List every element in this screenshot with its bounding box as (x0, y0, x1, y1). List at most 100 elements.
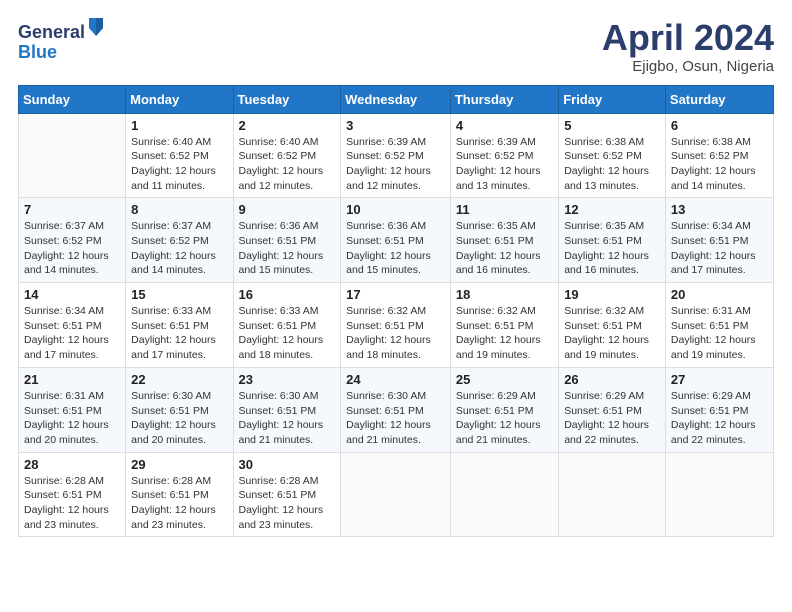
day-number: 14 (24, 287, 120, 302)
day-number: 10 (346, 202, 445, 217)
table-row: 20 Sunrise: 6:31 AMSunset: 6:51 PMDayligh… (665, 283, 773, 368)
logo: General Blue (18, 18, 105, 63)
day-number: 29 (131, 457, 227, 472)
day-info: Sunrise: 6:30 AMSunset: 6:51 PMDaylight:… (239, 389, 336, 448)
day-number: 22 (131, 372, 227, 387)
day-info: Sunrise: 6:40 AMSunset: 6:52 PMDaylight:… (239, 135, 336, 194)
day-info: Sunrise: 6:33 AMSunset: 6:51 PMDaylight:… (131, 304, 227, 363)
col-wednesday: Wednesday (341, 85, 451, 113)
col-thursday: Thursday (450, 85, 558, 113)
table-row: 29Sunrise: 6:28 AMSunset: 6:51 PMDayligh… (126, 452, 233, 537)
table-row: 4Sunrise: 6:39 AMSunset: 6:52 PMDaylight… (450, 113, 558, 198)
day-info: Sunrise: 6:38 AMSunset: 6:52 PMDaylight:… (564, 135, 660, 194)
day-number: 20 (671, 287, 768, 302)
day-number: 25 (456, 372, 553, 387)
table-row (559, 452, 666, 537)
day-info: Sunrise: 6:36 AMSunset: 6:51 PMDaylight:… (239, 219, 336, 278)
day-info: Sunrise: 6:30 AMSunset: 6:51 PMDaylight:… (346, 389, 445, 448)
day-info: Sunrise: 6:28 AMSunset: 6:51 PMDaylight:… (24, 474, 120, 533)
table-row: 3 Sunrise: 6:39 AMSunset: 6:52 PMDaylight… (341, 113, 451, 198)
table-row: 17Sunrise: 6:32 AMSunset: 6:51 PMDayligh… (341, 283, 451, 368)
table-row: 7 Sunrise: 6:37 AMSunset: 6:52 PMDaylight… (19, 198, 126, 283)
col-sunday: Sunday (19, 85, 126, 113)
day-number: 1 (131, 118, 227, 133)
table-row: 1 Sunrise: 6:40 AMSunset: 6:52 PMDaylight… (126, 113, 233, 198)
col-monday: Monday (126, 85, 233, 113)
day-info: Sunrise: 6:38 AMSunset: 6:52 PMDaylight:… (671, 135, 768, 194)
day-number: 9 (239, 202, 336, 217)
table-row: 15 Sunrise: 6:33 AMSunset: 6:51 PMDayligh… (126, 283, 233, 368)
calendar-week-row: 7 Sunrise: 6:37 AMSunset: 6:52 PMDaylight… (19, 198, 774, 283)
day-number: 7 (24, 202, 120, 217)
day-info: Sunrise: 6:31 AMSunset: 6:51 PMDaylight:… (671, 304, 768, 363)
day-number: 24 (346, 372, 445, 387)
table-row: 9 Sunrise: 6:36 AMSunset: 6:51 PMDaylight… (233, 198, 341, 283)
day-info: Sunrise: 6:34 AMSunset: 6:51 PMDaylight:… (24, 304, 120, 363)
col-friday: Friday (559, 85, 666, 113)
table-row: 26 Sunrise: 6:29 AMSunset: 6:51 PMDayligh… (559, 367, 666, 452)
day-number: 28 (24, 457, 120, 472)
table-row: 8Sunrise: 6:37 AMSunset: 6:52 PMDaylight… (126, 198, 233, 283)
day-number: 21 (24, 372, 120, 387)
table-row: 12 Sunrise: 6:35 AMSunset: 6:51 PMDayligh… (559, 198, 666, 283)
table-row: 5Sunrise: 6:38 AMSunset: 6:52 PMDaylight… (559, 113, 666, 198)
day-info: Sunrise: 6:29 AMSunset: 6:51 PMDaylight:… (456, 389, 553, 448)
day-info: Sunrise: 6:37 AMSunset: 6:52 PMDaylight:… (131, 219, 227, 278)
day-number: 19 (564, 287, 660, 302)
day-info: Sunrise: 6:32 AMSunset: 6:51 PMDaylight:… (346, 304, 445, 363)
table-row: 11 Sunrise: 6:35 AMSunset: 6:51 PMDayligh… (450, 198, 558, 283)
calendar-week-row: 28 Sunrise: 6:28 AMSunset: 6:51 PMDayligh… (19, 452, 774, 537)
day-info: Sunrise: 6:35 AMSunset: 6:51 PMDaylight:… (564, 219, 660, 278)
table-row (665, 452, 773, 537)
table-row: 22 Sunrise: 6:30 AMSunset: 6:51 PMDayligh… (126, 367, 233, 452)
day-info: Sunrise: 6:36 AMSunset: 6:51 PMDaylight:… (346, 219, 445, 278)
table-row: 27Sunrise: 6:29 AMSunset: 6:51 PMDayligh… (665, 367, 773, 452)
page: General Blue April 2024 Ejigbo, Osun, Ni… (0, 0, 792, 612)
day-number: 11 (456, 202, 553, 217)
table-row: 25 Sunrise: 6:29 AMSunset: 6:51 PMDayligh… (450, 367, 558, 452)
table-row: 24 Sunrise: 6:30 AMSunset: 6:51 PMDayligh… (341, 367, 451, 452)
day-info: Sunrise: 6:32 AMSunset: 6:51 PMDaylight:… (456, 304, 553, 363)
logo-icon (87, 16, 105, 38)
logo-general: General (18, 22, 85, 42)
day-number: 3 (346, 118, 445, 133)
day-number: 13 (671, 202, 768, 217)
table-row: 6Sunrise: 6:38 AMSunset: 6:52 PMDaylight… (665, 113, 773, 198)
day-info: Sunrise: 6:32 AMSunset: 6:51 PMDaylight:… (564, 304, 660, 363)
table-row (19, 113, 126, 198)
day-info: Sunrise: 6:35 AMSunset: 6:51 PMDaylight:… (456, 219, 553, 278)
day-number: 18 (456, 287, 553, 302)
location: Ejigbo, Osun, Nigeria (602, 58, 774, 75)
calendar-header-row: Sunday Monday Tuesday Wednesday Thursday… (19, 85, 774, 113)
month-title: April 2024 (602, 18, 774, 58)
table-row: 10 Sunrise: 6:36 AMSunset: 6:51 PMDayligh… (341, 198, 451, 283)
table-row: 30 Sunrise: 6:28 AMSunset: 6:51 PMDayligh… (233, 452, 341, 537)
day-number: 12 (564, 202, 660, 217)
table-row (450, 452, 558, 537)
day-info: Sunrise: 6:30 AMSunset: 6:51 PMDaylight:… (131, 389, 227, 448)
logo-text: General Blue (18, 18, 105, 63)
table-row: 14 Sunrise: 6:34 AMSunset: 6:51 PMDayligh… (19, 283, 126, 368)
table-row (341, 452, 451, 537)
day-info: Sunrise: 6:28 AMSunset: 6:51 PMDaylight:… (239, 474, 336, 533)
day-info: Sunrise: 6:39 AMSunset: 6:52 PMDaylight:… (346, 135, 445, 194)
header: General Blue April 2024 Ejigbo, Osun, Ni… (18, 18, 774, 75)
day-number: 4 (456, 118, 553, 133)
calendar-table: Sunday Monday Tuesday Wednesday Thursday… (18, 85, 774, 538)
day-number: 15 (131, 287, 227, 302)
day-number: 30 (239, 457, 336, 472)
day-info: Sunrise: 6:34 AMSunset: 6:51 PMDaylight:… (671, 219, 768, 278)
day-number: 2 (239, 118, 336, 133)
calendar-week-row: 21 Sunrise: 6:31 AMSunset: 6:51 PMDayligh… (19, 367, 774, 452)
title-block: April 2024 Ejigbo, Osun, Nigeria (602, 18, 774, 75)
col-tuesday: Tuesday (233, 85, 341, 113)
day-info: Sunrise: 6:29 AMSunset: 6:51 PMDaylight:… (671, 389, 768, 448)
day-info: Sunrise: 6:37 AMSunset: 6:52 PMDaylight:… (24, 219, 120, 278)
day-info: Sunrise: 6:29 AMSunset: 6:51 PMDaylight:… (564, 389, 660, 448)
day-number: 23 (239, 372, 336, 387)
day-info: Sunrise: 6:40 AMSunset: 6:52 PMDaylight:… (131, 135, 227, 194)
day-info: Sunrise: 6:31 AMSunset: 6:51 PMDaylight:… (24, 389, 120, 448)
logo-blue: Blue (18, 42, 57, 62)
table-row: 16Sunrise: 6:33 AMSunset: 6:51 PMDayligh… (233, 283, 341, 368)
day-number: 26 (564, 372, 660, 387)
